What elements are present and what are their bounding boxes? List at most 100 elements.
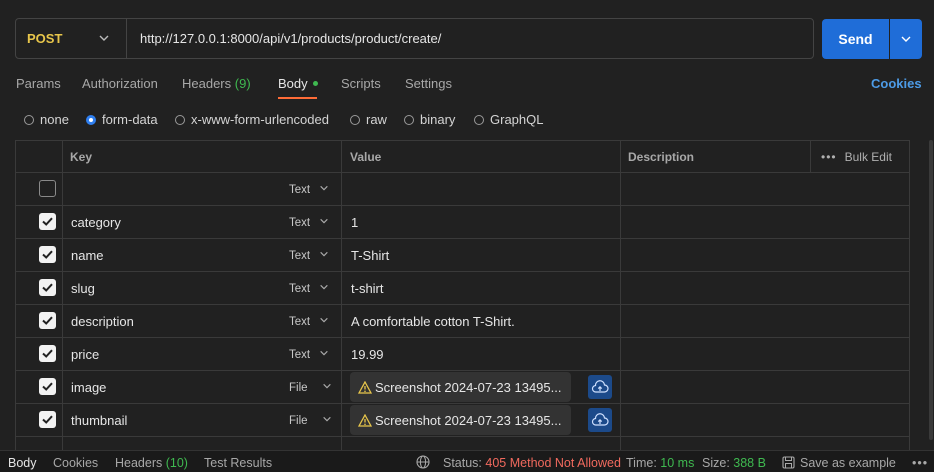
check-icon bbox=[42, 283, 53, 292]
key-cell[interactable]: category bbox=[71, 215, 121, 230]
key-cell[interactable]: description bbox=[71, 314, 134, 329]
check-icon bbox=[42, 382, 53, 391]
value-cell[interactable]: T-Shirt bbox=[351, 248, 389, 263]
file-chip[interactable]: Screenshot 2024-07-23 13495... bbox=[350, 372, 571, 402]
type-label: Text bbox=[289, 316, 311, 328]
row-checkbox[interactable] bbox=[39, 246, 56, 263]
send-options-button[interactable] bbox=[890, 19, 922, 59]
chevron-down-icon bbox=[320, 251, 328, 257]
url-input[interactable]: http://127.0.0.1:8000/api/v1/products/pr… bbox=[140, 31, 441, 46]
chevron-down-icon bbox=[322, 383, 331, 389]
upload-button[interactable] bbox=[588, 408, 612, 432]
row-checkbox[interactable] bbox=[39, 279, 56, 296]
chevron-down-icon bbox=[320, 317, 328, 323]
radio-graphql[interactable]: GraphQL bbox=[474, 112, 543, 127]
key-cell[interactable]: price bbox=[71, 347, 99, 362]
type-select[interactable]: Text bbox=[289, 348, 329, 361]
modified-dot-icon bbox=[312, 81, 318, 87]
save-as-example-button[interactable]: Save as example bbox=[782, 456, 896, 470]
radio-label: form-data bbox=[102, 112, 158, 127]
divider bbox=[15, 172, 910, 173]
radio-binary[interactable]: binary bbox=[404, 112, 455, 127]
vertical-scrollbar[interactable] bbox=[929, 140, 933, 440]
type-select[interactable]: Text bbox=[289, 183, 329, 196]
type-select[interactable]: Text bbox=[289, 315, 329, 328]
tab-settings[interactable]: Settings bbox=[405, 76, 452, 91]
chevron-down-icon bbox=[320, 284, 328, 290]
chevron-down-icon[interactable] bbox=[98, 32, 110, 44]
type-select[interactable]: Text bbox=[289, 249, 329, 262]
cloud-upload-icon bbox=[591, 413, 609, 426]
key-cell[interactable]: name bbox=[71, 248, 104, 263]
type-select[interactable]: Text bbox=[289, 282, 329, 295]
key-cell[interactable]: image bbox=[71, 380, 106, 395]
value-cell[interactable]: A comfortable cotton T-Shirt. bbox=[351, 314, 515, 329]
radio-x-www-form-urlencoded[interactable]: x-www-form-urlencoded bbox=[175, 112, 329, 127]
file-name: Screenshot 2024-07-23 13495... bbox=[375, 379, 562, 395]
cloud-upload-icon bbox=[591, 380, 609, 393]
more-icon[interactable]: ••• bbox=[912, 456, 928, 470]
type-select[interactable]: File bbox=[289, 414, 332, 427]
bulk-edit-button[interactable]: ••• Bulk Edit bbox=[821, 150, 892, 164]
save-as-example-label: Save as example bbox=[800, 456, 896, 470]
tab-scripts[interactable]: Scripts bbox=[341, 76, 381, 91]
tab-headers[interactable]: Headers (9) bbox=[182, 76, 251, 91]
tab-body-label: Body bbox=[278, 76, 308, 91]
send-button[interactable]: Send bbox=[822, 19, 889, 59]
divider bbox=[126, 19, 127, 58]
check-icon bbox=[42, 316, 53, 325]
cookies-link[interactable]: Cookies bbox=[871, 76, 922, 91]
type-select[interactable]: File bbox=[289, 381, 332, 394]
type-label: Text bbox=[289, 250, 311, 262]
radio-raw[interactable]: raw bbox=[350, 112, 387, 127]
radio-label: raw bbox=[366, 112, 387, 127]
divider bbox=[15, 271, 910, 272]
warning-icon bbox=[358, 380, 372, 394]
response-tab-body[interactable]: Body bbox=[8, 456, 37, 470]
size-readout: Size: 388 B bbox=[702, 456, 766, 470]
divider bbox=[15, 304, 910, 305]
tab-authorization[interactable]: Authorization bbox=[82, 76, 158, 91]
divider bbox=[15, 370, 910, 371]
tab-headers-count: (9) bbox=[234, 76, 251, 91]
value-cell[interactable]: 1 bbox=[351, 215, 358, 230]
radio-selected-icon bbox=[86, 114, 96, 125]
response-tab-test-results[interactable]: Test Results bbox=[204, 456, 272, 470]
radio-label: GraphQL bbox=[490, 112, 544, 127]
type-label: Text bbox=[289, 184, 311, 196]
type-label: Text bbox=[289, 217, 311, 229]
bulk-edit-label: Bulk Edit bbox=[844, 150, 892, 164]
radio-form-data[interactable]: form-data bbox=[86, 112, 158, 127]
radio-icon bbox=[175, 114, 185, 125]
globe-icon[interactable] bbox=[416, 455, 430, 469]
radio-icon bbox=[24, 114, 34, 125]
response-tab-cookies[interactable]: Cookies bbox=[53, 456, 98, 470]
tab-params[interactable]: Params bbox=[16, 76, 61, 91]
key-cell[interactable]: slug bbox=[71, 281, 95, 296]
file-chip[interactable]: Screenshot 2024-07-23 13495... bbox=[350, 405, 571, 435]
value-cell[interactable]: t-shirt bbox=[351, 281, 384, 296]
divider bbox=[15, 337, 910, 338]
row-checkbox[interactable] bbox=[39, 345, 56, 362]
row-checkbox[interactable] bbox=[39, 180, 56, 197]
row-checkbox[interactable] bbox=[39, 312, 56, 329]
radio-icon bbox=[474, 114, 484, 125]
type-label: File bbox=[289, 382, 308, 394]
row-checkbox[interactable] bbox=[39, 378, 56, 395]
tab-headers-label: Headers bbox=[182, 76, 232, 91]
chevron-down-icon bbox=[901, 36, 911, 42]
row-checkbox[interactable] bbox=[39, 411, 56, 428]
upload-button[interactable] bbox=[588, 375, 612, 399]
key-cell[interactable]: thumbnail bbox=[71, 413, 127, 428]
divider bbox=[15, 403, 910, 404]
radio-none[interactable]: none bbox=[24, 112, 69, 127]
value-cell[interactable]: 19.99 bbox=[351, 347, 384, 362]
response-tab-headers-count: (10) bbox=[165, 456, 188, 470]
row-checkbox[interactable] bbox=[39, 213, 56, 230]
tab-body[interactable]: Body bbox=[278, 76, 318, 91]
type-select[interactable]: Text bbox=[289, 216, 329, 229]
method-select[interactable]: POST bbox=[27, 31, 62, 46]
check-icon bbox=[42, 349, 53, 358]
more-icon: ••• bbox=[821, 150, 837, 164]
response-tab-headers[interactable]: Headers (10) bbox=[115, 456, 188, 470]
